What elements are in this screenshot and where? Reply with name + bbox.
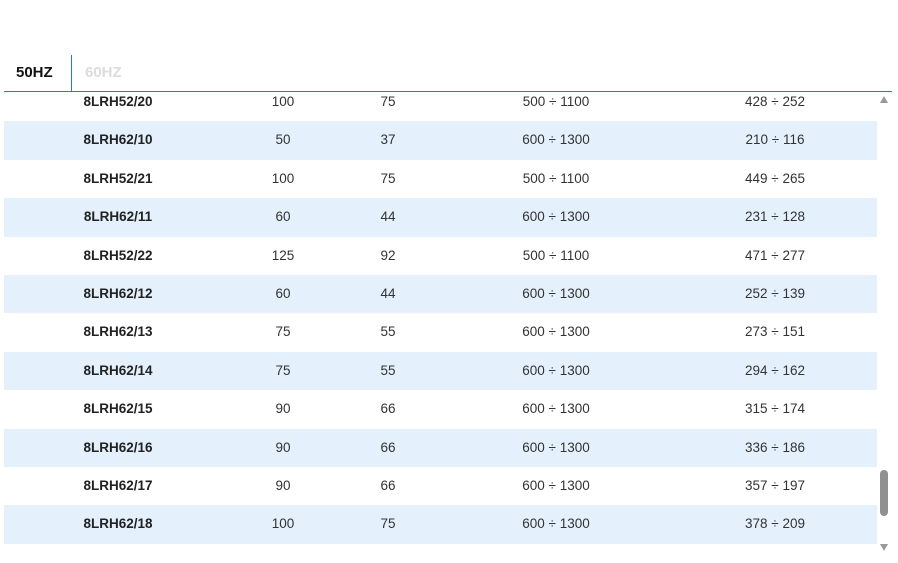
model-cell: 8LRH52/22 [83,247,153,263]
power-kw-cell: 100 [271,516,295,532]
power-hp-cell: 75 [380,170,396,186]
flow-range-cell: 600 ÷ 1300 [522,209,590,225]
power-kw-cell: 100 [271,94,295,109]
model-cell: 8LRH52/20 [83,94,153,109]
head-range-cell: 449 ÷ 265 [745,170,805,186]
head-range-cell: 210 ÷ 116 [745,132,805,148]
model-cell: 8LRH62/10 [83,132,153,148]
flow-range-cell: 500 ÷ 1100 [522,94,590,109]
vertical-scrollbar[interactable] [877,92,891,555]
flow-range-cell: 600 ÷ 1300 [522,324,590,340]
power-hp-cell: 44 [380,285,396,301]
table-row: 8LRH62/18 100 75 600 ÷ 1300 378 ÷ 209 [4,505,877,544]
power-kw-cell: 90 [275,439,291,455]
tab-60hz[interactable]: 60HZ [85,55,122,91]
power-kw-cell: 60 [275,285,291,301]
table-body: 8LRH52/20 100 75 500 ÷ 1100 428 ÷ 252 8LRH62/… [4,92,877,544]
flow-range-cell: 600 ÷ 1300 [522,439,590,455]
power-kw-cell: 90 [275,477,291,493]
power-hp-cell: 66 [380,401,396,417]
tab-50hz[interactable]: 50HZ [16,55,53,91]
table-row: 8LRH62/10 50 37 600 ÷ 1300 210 ÷ 116 [4,121,877,160]
scroll-up-icon[interactable] [880,96,888,103]
head-range-cell: 231 ÷ 128 [745,209,805,225]
flow-range-cell: 600 ÷ 1300 [522,477,590,493]
model-cell: 8LRH62/18 [83,516,153,532]
power-kw-cell: 75 [275,362,291,378]
power-kw-cell: 100 [271,170,295,186]
table-row: 8LRH62/12 60 44 600 ÷ 1300 252 ÷ 139 [4,274,877,314]
power-hp-cell: 44 [380,209,396,225]
power-hp-cell: 55 [380,324,396,340]
head-range-cell: 273 ÷ 151 [745,324,805,340]
head-range-cell: 315 ÷ 174 [745,401,805,417]
power-hp-cell: 75 [380,516,396,532]
power-hp-cell: 66 [380,439,396,455]
power-hp-cell: 92 [380,247,396,263]
table-row: 8LRH52/21 100 75 500 ÷ 1100 449 ÷ 265 [4,160,877,198]
power-hp-cell: 37 [380,132,396,148]
model-cell: 8LRH62/14 [83,362,153,378]
table-row: 8LRH52/20 100 75 500 ÷ 1100 428 ÷ 252 [4,92,877,121]
power-kw-cell: 60 [275,209,291,225]
scroll-down-icon[interactable] [880,544,888,551]
flow-range-cell: 600 ÷ 1300 [522,516,590,532]
table-row: 8LRH62/14 75 55 600 ÷ 1300 294 ÷ 162 [4,351,877,391]
tab-divider [71,55,72,91]
table-row: 8LRH62/13 75 55 600 ÷ 1300 273 ÷ 151 [4,313,877,351]
table-row: 8LRH62/17 90 66 600 ÷ 1300 357 ÷ 197 [4,467,877,505]
power-kw-cell: 50 [275,132,291,148]
model-cell: 8LRH52/21 [83,170,153,186]
table-row: 8LRH62/11 60 44 600 ÷ 1300 231 ÷ 128 [4,198,877,237]
head-range-cell: 471 ÷ 277 [745,247,805,263]
flow-range-cell: 600 ÷ 1300 [522,285,590,301]
pump-table: 8LRH52/20 100 75 500 ÷ 1100 428 ÷ 252 8LRH62/… [4,92,877,544]
head-range-cell: 252 ÷ 139 [745,285,805,301]
flow-range-cell: 600 ÷ 1300 [522,401,590,417]
power-hp-cell: 75 [380,94,396,109]
scrollbar-thumb[interactable] [880,470,888,516]
table-row: 8LRH52/22 125 92 500 ÷ 1100 471 ÷ 277 [4,237,877,275]
table-row: 8LRH62/16 90 66 600 ÷ 1300 336 ÷ 186 [4,428,877,467]
power-kw-cell: 90 [275,401,291,417]
frequency-tabs: 50HZ 60HZ [4,55,892,92]
table-row: 8LRH62/15 90 66 600 ÷ 1300 315 ÷ 174 [4,390,877,428]
model-cell: 8LRH62/13 [83,324,153,340]
model-cell: 8LRH62/11 [83,209,153,225]
power-kw-cell: 125 [271,247,295,263]
model-cell: 8LRH62/15 [83,401,153,417]
flow-range-cell: 500 ÷ 1100 [522,170,590,186]
head-range-cell: 378 ÷ 209 [745,516,805,532]
power-hp-cell: 55 [380,362,396,378]
power-kw-cell: 75 [275,324,291,340]
flow-range-cell: 600 ÷ 1300 [522,132,590,148]
model-cell: 8LRH62/17 [83,477,153,493]
flow-range-cell: 500 ÷ 1100 [522,247,590,263]
head-range-cell: 357 ÷ 197 [745,477,805,493]
head-range-cell: 294 ÷ 162 [745,362,805,378]
power-hp-cell: 66 [380,477,396,493]
model-cell: 8LRH62/16 [83,439,153,455]
head-range-cell: 428 ÷ 252 [745,94,805,109]
model-cell: 8LRH62/12 [83,285,153,301]
flow-range-cell: 600 ÷ 1300 [522,362,590,378]
head-range-cell: 336 ÷ 186 [745,439,805,455]
page: 50HZ 60HZ 8LRH52/20 100 75 500 ÷ 1100 428 ÷ … [0,0,898,563]
